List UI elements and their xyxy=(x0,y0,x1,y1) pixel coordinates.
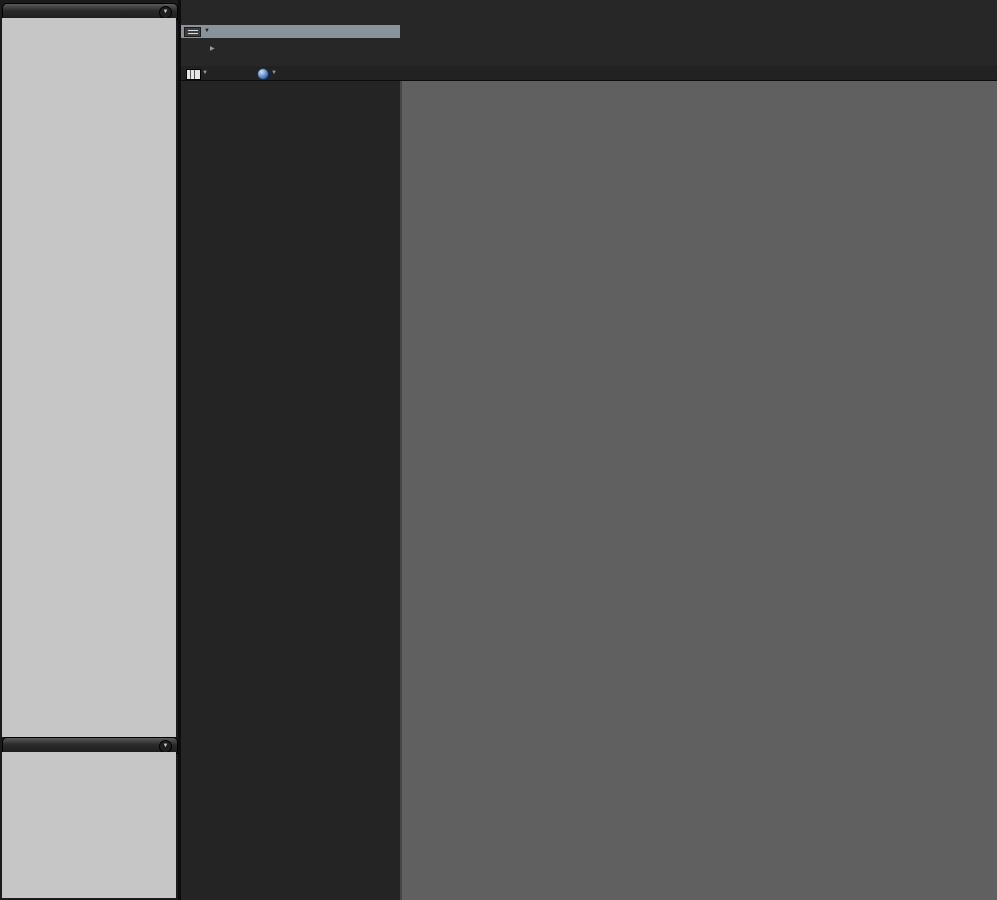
edit-toolbar-row: ▼ ▼ xyxy=(181,66,997,81)
tempo-expand-icon[interactable]: ▶ xyxy=(210,45,215,52)
timebase-chevron-icon[interactable]: ▼ xyxy=(271,70,277,76)
ruler-area: ▼ ▶ xyxy=(181,0,997,66)
edit-area xyxy=(400,81,997,900)
protools-edit-window: ▼ ▼ ▼ ▶ ▼ ▼ xyxy=(0,0,997,900)
sidebar: ▼ ▼ xyxy=(0,0,178,900)
timecode-chevron-icon[interactable]: ▼ xyxy=(204,28,210,34)
track-view-columns-icon[interactable] xyxy=(186,69,201,80)
timebase-clock-icon[interactable] xyxy=(257,68,269,80)
track-view-chevron-icon[interactable]: ▼ xyxy=(202,70,208,76)
track-list xyxy=(2,18,176,737)
group-list xyxy=(2,752,176,898)
timecode-ruler-row[interactable]: ▼ xyxy=(181,25,400,38)
timecode-options-icon[interactable] xyxy=(184,27,201,37)
track-headers-column xyxy=(181,81,400,900)
